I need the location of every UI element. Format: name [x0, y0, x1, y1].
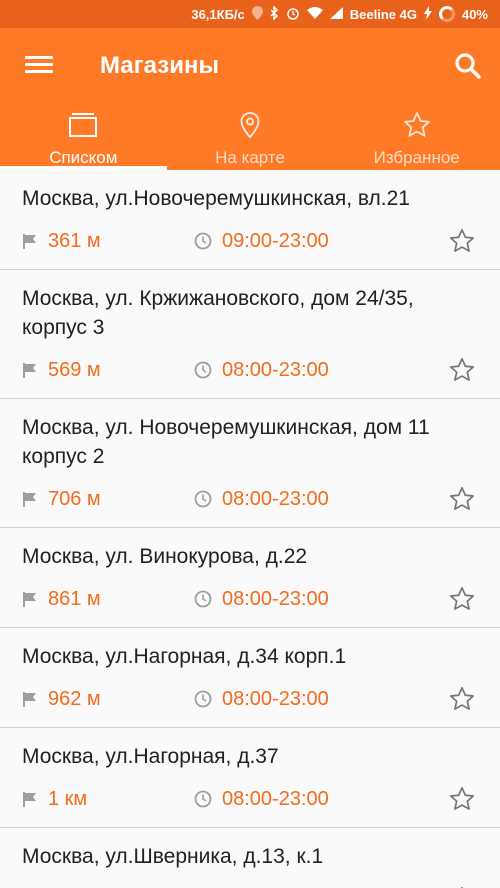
- location-icon: [251, 6, 263, 22]
- flag-icon: [22, 791, 38, 807]
- hamburger-menu-icon[interactable]: [22, 52, 56, 82]
- flag-icon: [22, 691, 38, 707]
- store-distance: 962 м: [48, 687, 101, 710]
- store-hours: 08:00-23:00: [222, 587, 329, 610]
- battery-icon: [438, 6, 455, 22]
- store-address: Москва, ул.Шверника, д.13, к.1: [22, 845, 324, 868]
- store-distance: 1 км: [48, 787, 88, 810]
- page-title: Магазины: [100, 52, 219, 79]
- status-bar: 36,1КБ/с Beeline 4G 40%: [0, 0, 500, 28]
- store-address: Москва, ул. Винокурова, д.22: [22, 545, 308, 568]
- flag-icon: [22, 591, 38, 607]
- tab-map[interactable]: На карте: [167, 106, 334, 170]
- list-item[interactable]: Москва, ул.Шверника, д.13, к.1: [0, 828, 500, 888]
- alarm-icon: [286, 6, 300, 22]
- carrier-name: Beeline 4G: [349, 6, 417, 22]
- store-hours: 09:00-23:00: [222, 229, 329, 252]
- store-hours: 08:00-23:00: [222, 687, 329, 710]
- clock-icon: [194, 490, 212, 508]
- store-address: Москва, ул.Нагорная, д.34 корп.1: [22, 645, 347, 668]
- store-address: Москва, ул.Нагорная, д.37: [22, 745, 279, 768]
- tab-list-label: Списком: [49, 148, 118, 167]
- charging-icon: [423, 6, 432, 22]
- app-bar: Магазины Списком На карте Избранное: [0, 28, 500, 170]
- favorite-star-icon[interactable]: [448, 485, 476, 513]
- store-hours: 08:00-23:00: [222, 487, 329, 510]
- list-item[interactable]: Москва, ул. Новочеремушкинская, дом 11 к…: [0, 399, 500, 528]
- signal-icon: [329, 7, 343, 21]
- network-speed: 36,1КБ/с: [191, 6, 245, 22]
- tab-bar: Списком На карте Избранное: [0, 106, 500, 170]
- favorite-star-icon[interactable]: [448, 585, 476, 613]
- bluetooth-icon: [270, 5, 279, 22]
- search-icon[interactable]: [452, 50, 484, 82]
- tab-favorites[interactable]: Избранное: [333, 106, 500, 170]
- store-distance: 706 м: [48, 487, 101, 510]
- list-card-icon: [68, 110, 98, 140]
- favorite-star-icon[interactable]: [448, 785, 476, 813]
- store-list: Москва, ул.Новочеремушкинская, вл.21 361…: [0, 170, 500, 888]
- list-item[interactable]: Москва, ул.Новочеремушкинская, вл.21 361…: [0, 170, 500, 270]
- flag-icon: [22, 491, 38, 507]
- star-icon: [402, 110, 432, 140]
- list-item[interactable]: Москва, ул. Кржижановского, дом 24/35, к…: [0, 270, 500, 399]
- battery-level: 40%: [461, 6, 488, 22]
- clock-icon: [194, 690, 212, 708]
- store-address: Москва, ул. Кржижановского, дом 24/35, к…: [22, 287, 414, 339]
- tab-map-label: На карте: [215, 148, 285, 167]
- favorite-star-icon[interactable]: [448, 227, 476, 255]
- store-distance: 569 м: [48, 358, 101, 381]
- clock-icon: [194, 790, 212, 808]
- clock-icon: [194, 232, 212, 250]
- list-item[interactable]: Москва, ул.Нагорная, д.37 1 км 08:00-23:…: [0, 728, 500, 828]
- flag-icon: [22, 233, 38, 249]
- store-address: Москва, ул. Новочеремушкинская, дом 11 к…: [22, 416, 430, 468]
- store-hours: 08:00-23:00: [222, 787, 329, 810]
- store-address: Москва, ул.Новочеремушкинская, вл.21: [22, 187, 410, 210]
- favorite-star-icon[interactable]: [448, 685, 476, 713]
- map-pin-icon: [235, 110, 265, 140]
- wifi-icon: [306, 7, 323, 21]
- favorite-star-icon[interactable]: [448, 356, 476, 384]
- store-hours: 08:00-23:00: [222, 358, 329, 381]
- tab-list[interactable]: Списком: [0, 106, 167, 170]
- store-distance: 861 м: [48, 587, 101, 610]
- list-item[interactable]: Москва, ул.Нагорная, д.34 корп.1 962 м 0…: [0, 628, 500, 728]
- flag-icon: [22, 362, 38, 378]
- tab-favorites-label: Избранное: [373, 148, 460, 167]
- store-distance: 361 м: [48, 229, 101, 252]
- clock-icon: [194, 361, 212, 379]
- clock-icon: [194, 590, 212, 608]
- list-item[interactable]: Москва, ул. Винокурова, д.22 861 м 08:00…: [0, 528, 500, 628]
